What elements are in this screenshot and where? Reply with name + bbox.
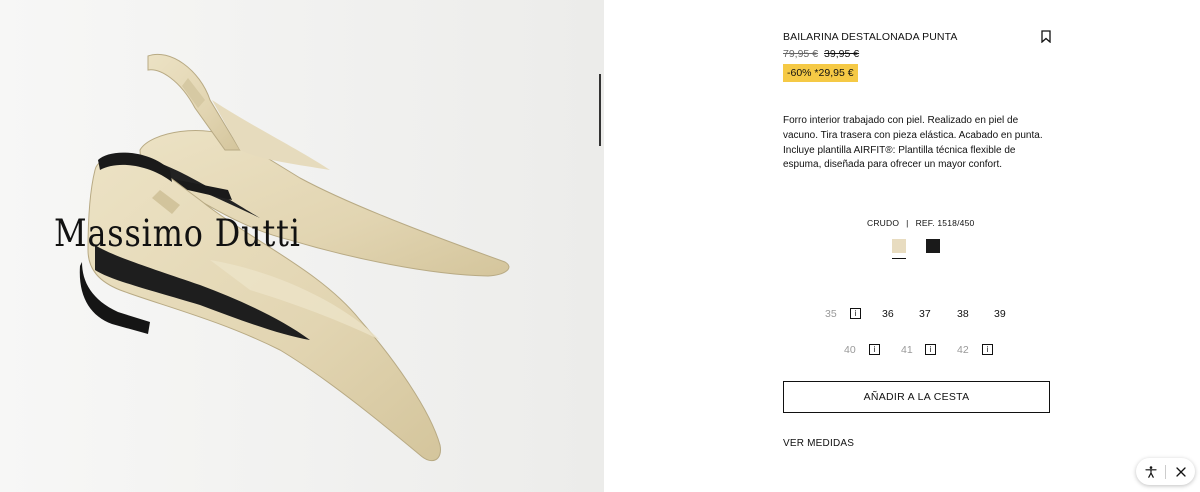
bookmark-icon[interactable] bbox=[1041, 30, 1051, 43]
size-37[interactable]: 37 bbox=[919, 308, 931, 320]
floating-controls bbox=[1136, 458, 1195, 485]
close-icon bbox=[1175, 466, 1186, 477]
add-to-cart-button[interactable]: AÑADIR A LA CESTA bbox=[783, 381, 1050, 413]
accessibility-button[interactable] bbox=[1136, 458, 1165, 485]
brand-logo[interactable]: Massimo Dutti bbox=[54, 212, 301, 255]
info-icon[interactable]: i bbox=[869, 344, 880, 355]
close-button[interactable] bbox=[1166, 458, 1195, 485]
discount-badge: -60% *29,95 € bbox=[783, 64, 858, 82]
size-40[interactable]: 40 bbox=[844, 344, 856, 356]
color-swatch-crudo[interactable] bbox=[892, 239, 906, 259]
color-swatch-negro[interactable] bbox=[926, 239, 940, 253]
size-36[interactable]: 36 bbox=[882, 308, 894, 320]
see-measures-link[interactable]: VER MEDIDAS bbox=[783, 438, 854, 449]
original-price: 79,95 € bbox=[783, 48, 819, 60]
info-icon[interactable]: i bbox=[925, 344, 936, 355]
product-reference: REF. 1518/450 bbox=[915, 218, 975, 228]
image-scroll-indicator[interactable] bbox=[599, 74, 601, 146]
size-38[interactable]: 38 bbox=[957, 308, 969, 320]
size-42[interactable]: 42 bbox=[957, 344, 969, 356]
color-info: CRUDO | REF. 1518/450 bbox=[867, 218, 974, 228]
product-image-panel: Massimo Dutti bbox=[0, 0, 604, 492]
size-41[interactable]: 41 bbox=[901, 344, 913, 356]
accessibility-icon bbox=[1144, 465, 1157, 478]
size-35[interactable]: 35 bbox=[825, 308, 837, 320]
color-name: CRUDO bbox=[867, 218, 900, 228]
price-group: 79,95 € 39,95 € bbox=[783, 48, 859, 60]
info-icon[interactable]: i bbox=[850, 308, 861, 319]
product-description: Forro interior trabajado con piel. Reali… bbox=[783, 115, 1043, 171]
color-separator: | bbox=[906, 218, 909, 228]
size-39[interactable]: 39 bbox=[994, 308, 1006, 320]
product-details-panel: BAILARINA DESTALONADA PUNTA 79,95 € 39,9… bbox=[604, 0, 1200, 492]
info-icon[interactable]: i bbox=[982, 344, 993, 355]
color-selector bbox=[892, 239, 940, 259]
previous-price: 39,95 € bbox=[824, 48, 860, 60]
product-title: BAILARINA DESTALONADA PUNTA bbox=[783, 31, 958, 43]
